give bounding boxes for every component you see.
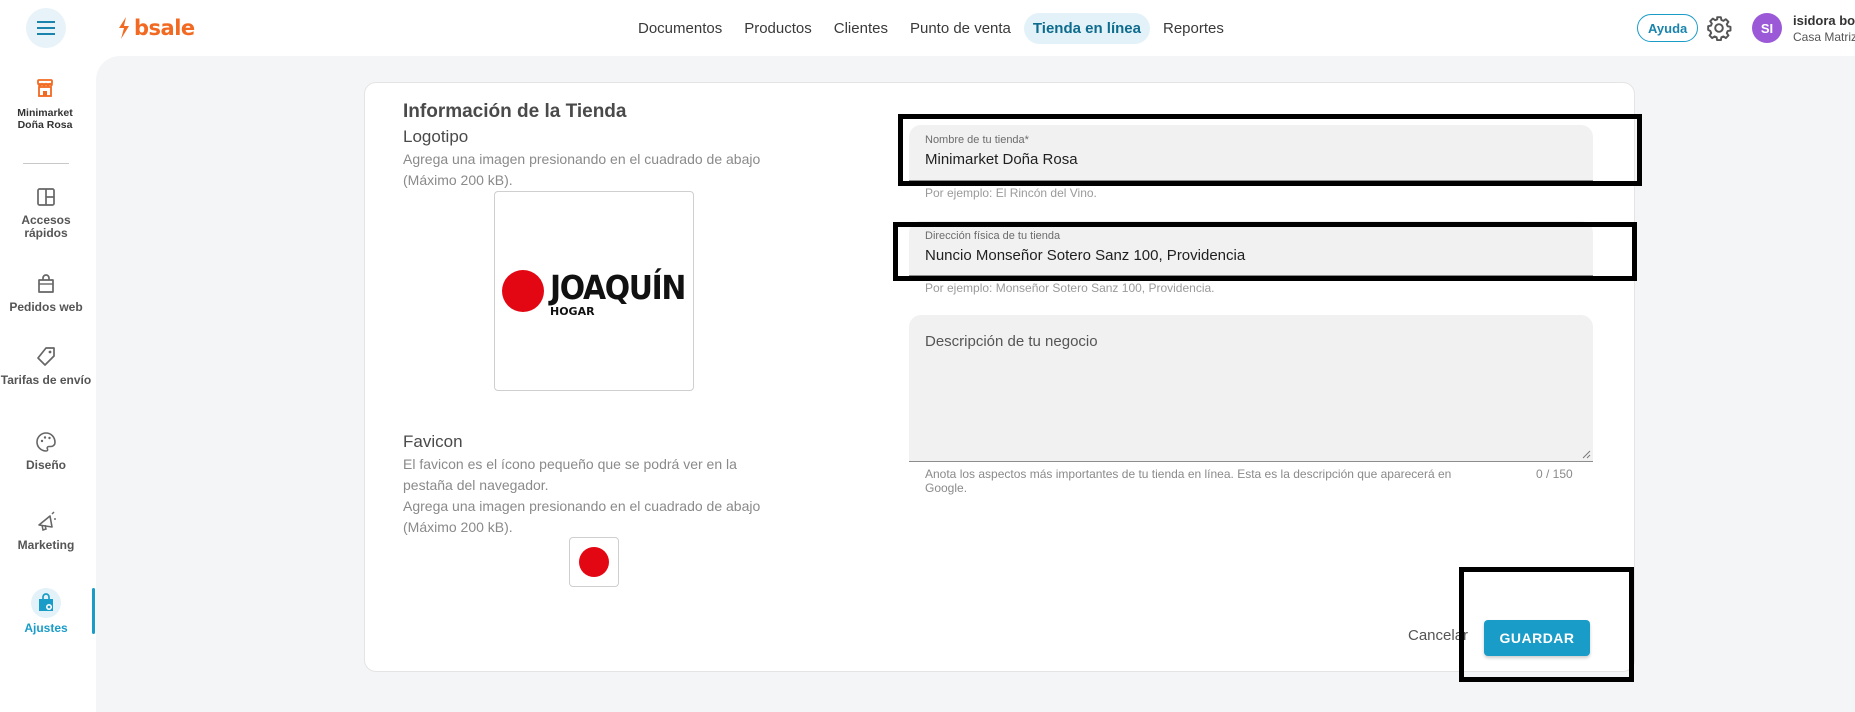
hamburger-icon [37, 21, 55, 35]
help-button[interactable]: Ayuda [1637, 14, 1699, 42]
palette-icon [36, 432, 56, 452]
top-bar: bsale Documentos Productos Clientes Punt… [0, 0, 1855, 56]
store-name-field[interactable]: Nombre de tu tienda* Minimarket Doña Ros… [909, 125, 1593, 181]
menu-button[interactable] [26, 8, 66, 48]
sidebar-item-pedidos-web[interactable]: Pedidos web [0, 273, 92, 314]
nav-tienda-en-linea[interactable]: Tienda en línea [1023, 12, 1150, 44]
description-counter: 0 / 150 [1536, 467, 1573, 481]
gear-icon[interactable] [1706, 15, 1732, 41]
address-field[interactable]: Dirección física de tu tienda Nuncio Mon… [909, 221, 1593, 276]
logo-brand-name: JOAQUÍN [548, 267, 685, 307]
nav-documentos[interactable]: Documentos [629, 13, 731, 44]
sidebar-item-label: Ajustes [24, 621, 68, 635]
resize-grip-icon[interactable] [1582, 450, 1591, 459]
sidebar-item-label: Pedidos web [9, 300, 83, 314]
sidebar: Minimarket Doña Rosa Accesos rápidos Ped… [0, 56, 96, 712]
store-name-label: Nombre de tu tienda* [925, 134, 1029, 146]
tag-icon [37, 347, 55, 366]
address-hint: Por ejemplo: Monseñor Sotero Sanz 100, P… [925, 281, 1215, 295]
settings-bag-icon [39, 593, 53, 611]
favicon-upload-box[interactable] [569, 537, 619, 587]
favicon-title: Favicon [403, 432, 463, 451]
sidebar-divider [23, 163, 69, 164]
favicon-image [579, 547, 609, 577]
store-name-value: Minimarket Doña Rosa [925, 151, 1078, 168]
nav-reportes[interactable]: Reportes [1154, 13, 1233, 44]
store-logo-image: JOAQUÍN HOGAR [502, 267, 687, 318]
description-placeholder: Descripción de tu negocio [925, 333, 1098, 350]
sidebar-item-icon-wrap [31, 588, 61, 618]
sidebar-item-tarifas-de-envio[interactable]: Tarifas de envío [0, 346, 92, 387]
nav-productos[interactable]: Productos [735, 13, 821, 44]
logo-brand-sub: HOGAR [550, 305, 595, 318]
brand-logo[interactable]: bsale [117, 14, 195, 42]
brand-name: bsale [134, 16, 195, 40]
address-value: Nuncio Monseñor Sotero Sanz 100, Provide… [925, 247, 1246, 264]
logo-title: Logotipo [403, 127, 469, 146]
sidebar-item-diseno[interactable]: Diseño [0, 431, 92, 472]
active-indicator [92, 588, 95, 634]
user-name[interactable]: isidora bob [1793, 13, 1855, 28]
store-name-hint: Por ejemplo: El Rincón del Vino. [925, 186, 1097, 200]
section-title: Información de la Tienda [403, 101, 627, 122]
megaphone-icon [38, 511, 56, 531]
sidebar-item-label: Marketing [17, 538, 75, 552]
sidebar-item-label: Accesos rápidos [21, 213, 71, 240]
nav-punto-de-venta[interactable]: Punto de venta [901, 13, 1020, 44]
store-icon [37, 79, 53, 97]
shopping-bag-icon [38, 274, 54, 293]
store-name: Minimarket Doña Rosa [17, 107, 73, 131]
sidebar-item-label: Diseño [25, 458, 66, 472]
user-branch: Casa Matriz [1793, 30, 1855, 44]
grid-icon [37, 188, 55, 206]
address-label: Dirección física de tu tienda [925, 230, 1061, 242]
description-hint: Anota los aspectos más importantes de tu… [925, 467, 1452, 495]
sidebar-item-label: Tarifas de envío [0, 373, 92, 387]
avatar[interactable]: SI [1752, 13, 1782, 43]
sidebar-item-marketing[interactable]: Marketing [0, 511, 92, 552]
favicon-upload-help-text: Agrega una imagen presionando en el cuad… [403, 498, 761, 535]
sidebar-item-ajustes[interactable]: Ajustes [0, 588, 92, 635]
cancel-button[interactable]: Cancelar [1408, 627, 1468, 644]
bolt-logo-icon [119, 17, 129, 39]
description-textarea[interactable]: Descripción de tu negocio [909, 315, 1593, 462]
logo-upload-box[interactable]: JOAQUÍN HOGAR [494, 191, 694, 391]
sidebar-item-accesos-rapidos[interactable]: Accesos rápidos [0, 186, 92, 240]
nav-clientes[interactable]: Clientes [825, 13, 897, 44]
logo-help-text: Agrega una imagen presionando en el cuad… [403, 151, 761, 188]
store-selector[interactable]: Minimarket Doña Rosa [8, 78, 82, 131]
favicon-help-text: El favicon es el ícono pequeño que se po… [403, 456, 737, 493]
main-nav: Documentos Productos Clientes Punto de v… [629, 12, 1233, 44]
save-button[interactable]: GUARDAR [1484, 620, 1590, 656]
